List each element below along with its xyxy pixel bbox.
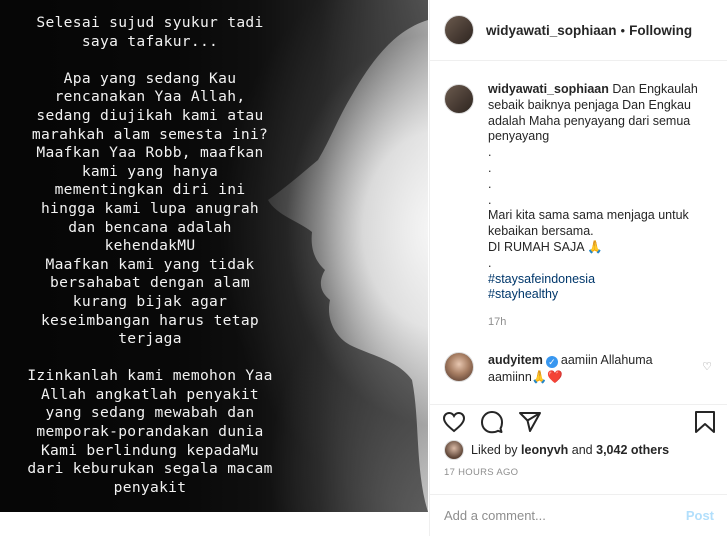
caption-text-4: .: [488, 192, 492, 207]
share-send-icon[interactable]: [518, 410, 542, 434]
poem-line: marahkah alam semesta ini?: [31, 125, 269, 143]
poem-line: [0, 349, 300, 368]
caption-text-3: .: [488, 176, 492, 191]
poem-line: keseimbangan harus tetap: [40, 311, 260, 329]
hashtag-link[interactable]: #stayhealthy: [488, 287, 714, 303]
caption-username[interactable]: widyawati_sophiaan: [488, 82, 609, 96]
author-avatar[interactable]: [444, 15, 474, 45]
poem-line: memporak-porandakan dunia: [36, 423, 264, 441]
caption-text-2: .: [488, 160, 492, 175]
poem-text: Selesai sujud syukur tadi saya tafakur...…: [0, 14, 300, 512]
likes-count[interactable]: 3,042 others: [596, 443, 669, 457]
caption-avatar[interactable]: [444, 84, 474, 114]
comment-input[interactable]: [444, 508, 686, 523]
like-heart-icon[interactable]: [442, 410, 466, 434]
poem-line: kurang bijak agar: [72, 292, 228, 310]
add-comment-bar: Post: [430, 494, 727, 536]
post-image[interactable]: Selesai sujud syukur tadi saya tafakur...…: [0, 0, 428, 512]
liked-by-prefix: Liked by: [471, 443, 518, 457]
poem-line: rencanakan Yaa Allah,: [54, 88, 246, 106]
poem-line: Maafkan Yaa Robb, maafkan: [36, 144, 264, 162]
post-header: widyawati_sophiaan • Following: [430, 0, 727, 61]
poem-line: Apa yang sedang Kau: [63, 69, 237, 87]
caption-text-5: Mari kita sama sama menjaga untuk kebaik…: [488, 208, 689, 239]
poem-line: saya tafakur...: [81, 32, 219, 50]
comment-body: audyitem ✓ aamiin Allahuma aamiinn🙏❤️: [488, 352, 698, 386]
poem-line: Allah angkatlah penyakit: [40, 385, 260, 403]
comment-bubble-icon[interactable]: [480, 410, 504, 434]
action-bar: [430, 404, 727, 438]
poem-line: penyakit: [113, 478, 187, 496]
liker-username[interactable]: leonyvh: [521, 443, 568, 457]
post-timestamp[interactable]: 17 HOURS AGO: [444, 467, 518, 478]
poem-line: yang sedang mewabah dan: [45, 404, 255, 422]
caption-time[interactable]: 17h: [488, 315, 714, 331]
post-comment-button[interactable]: Post: [686, 508, 714, 523]
liker-avatar[interactable]: [444, 440, 464, 460]
caption: widyawati_sophiaan Dan Engkaulah sebaik …: [444, 82, 714, 331]
commenter-username[interactable]: audyitem: [488, 353, 543, 367]
poem-line: kehendakMU: [104, 237, 196, 255]
poem-line: kami yang hanya: [81, 162, 219, 180]
poem-line: dari keburukan segala macam: [27, 460, 273, 478]
comments-section: widyawati_sophiaan Dan Engkaulah sebaik …: [430, 62, 727, 402]
poem-line: Selesai sujud syukur tadi: [36, 14, 264, 31]
poem-line: sedang diujikah kami atau: [36, 106, 264, 124]
liked-by-and: and: [571, 443, 593, 457]
hashtag-link[interactable]: #staysafeindonesia: [488, 272, 714, 288]
caption-text-6: DI RUMAH SAJA 🙏: [488, 239, 603, 254]
following-button[interactable]: Following: [629, 23, 692, 38]
poem-line: hingga kami lupa anugrah: [40, 199, 260, 217]
caption-text-7: .: [488, 255, 492, 270]
author-username[interactable]: widyawati_sophiaan: [486, 23, 617, 38]
poem-line: bersahabat dengan alam: [50, 274, 250, 292]
poem-line: terjaga: [118, 330, 182, 348]
poem-line: Kami berlindung kepadaMu: [40, 441, 260, 459]
caption-text-1: .: [488, 145, 492, 160]
poem-line: dan bencana adalah: [68, 218, 232, 236]
poem-line: mementingkan diri ini: [54, 181, 246, 199]
commenter-avatar[interactable]: [444, 352, 474, 382]
header-separator: •: [620, 22, 626, 38]
verified-badge-icon: ✓: [545, 356, 558, 368]
poem-line: [0, 51, 300, 70]
poem-line: Maafkan kami yang tidak: [45, 255, 255, 273]
poem-line: Izinkanlah kami memohon Yaa: [27, 367, 273, 385]
comment-like-icon[interactable]: ♡: [702, 360, 712, 373]
poem-line: [0, 497, 300, 512]
bookmark-icon[interactable]: [694, 410, 716, 434]
caption-body: widyawati_sophiaan Dan Engkaulah sebaik …: [488, 82, 714, 331]
post-sidebar: widyawati_sophiaan • Following widyawati…: [429, 0, 727, 536]
likes-summary: Liked by leonyvh and 3,042 others: [444, 440, 669, 460]
comment-item: audyitem ✓ aamiin Allahuma aamiinn🙏❤️ ♡: [444, 352, 714, 386]
